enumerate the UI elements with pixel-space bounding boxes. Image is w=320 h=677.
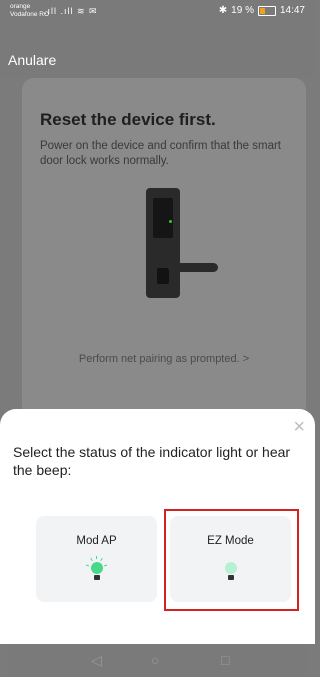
back-icon[interactable]: ◁ — [91, 652, 102, 669]
lock-indicator-dot — [169, 220, 172, 223]
status-right: ✱ 19 % 14:47 — [219, 5, 305, 16]
bulb-bright-icon — [85, 556, 108, 585]
lock-keypad — [153, 198, 173, 238]
recents-icon[interactable]: □ — [221, 652, 229, 668]
card-title: Reset the device first. — [40, 110, 216, 129]
signal-icons: .ıll .ıll ≋ ✉ — [44, 6, 98, 16]
selection-highlight — [164, 509, 299, 611]
home-icon[interactable]: ○ — [151, 652, 159, 668]
sheet-prompt: Select the status of the indicator light… — [13, 444, 291, 478]
clock: 14:47 — [279, 5, 305, 16]
mode-option-label: Mod AP — [76, 535, 117, 547]
mode-option-ap[interactable]: Mod AP — [36, 516, 157, 602]
reset-instructions-card: Reset the device first. Power on the dev… — [22, 78, 306, 418]
close-icon[interactable]: × — [293, 417, 305, 437]
battery-percent: 19 % — [231, 5, 254, 16]
net-pairing-link[interactable]: Perform net pairing as prompted. > — [22, 353, 306, 365]
lock-keyhole — [157, 268, 169, 284]
door-lock-image — [146, 188, 180, 298]
card-description: Power on the device and confirm that the… — [40, 140, 281, 167]
app-header: Anulare — [0, 22, 315, 78]
bluetooth-icon: ✱ — [218, 5, 228, 16]
system-nav-bar: ◁ ○ □ — [8, 644, 307, 677]
cancel-button[interactable]: Anulare — [8, 52, 56, 68]
battery-icon — [257, 5, 276, 16]
status-bar: orange Vodafone RO .ıll .ıll ≋ ✉ ✱ 19 % … — [0, 0, 315, 22]
door-lock-handle — [168, 263, 218, 272]
